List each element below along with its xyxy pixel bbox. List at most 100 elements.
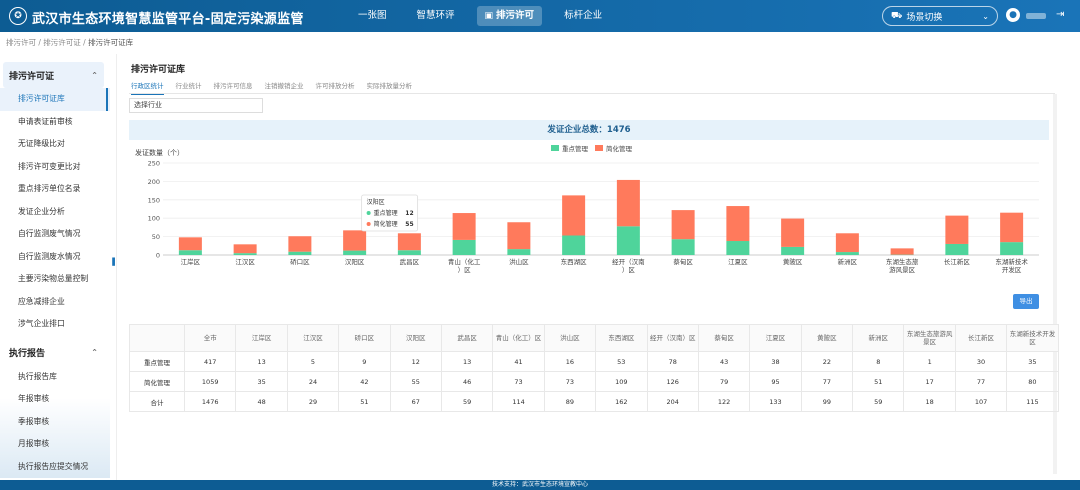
bar-key-management[interactable]: [507, 249, 531, 255]
bar-simplified-management[interactable]: [890, 248, 914, 255]
bar-simplified-management[interactable]: [835, 233, 859, 253]
total-banner: 发证企业总数：1476: [129, 120, 1049, 140]
x-tick-label-line: 游风景区: [889, 265, 916, 274]
bar-simplified-management[interactable]: [781, 218, 805, 247]
main-panel: 排污许可证库 行政区统计 行业统计 排污许可信息 注销撤销企业 许可排放分析 实际排放量分…: [116, 54, 1064, 490]
scene-switch-icon: ⛟: [891, 10, 903, 21]
x-tick-label-line: 汉阳区: [345, 257, 365, 266]
nav-item-map[interactable]: 一张图: [350, 6, 395, 26]
y-tick-label: 50: [152, 233, 160, 241]
bar-simplified-management[interactable]: [726, 206, 750, 242]
breadcrumb-item[interactable]: 排污许可: [6, 38, 36, 47]
sidebar-group[interactable]: 排污许可证 ⌃: [3, 62, 104, 88]
table-header: 黄陂区: [800, 324, 854, 352]
table-cell: 16: [543, 351, 597, 372]
table-cell: 43: [697, 351, 751, 372]
sidebar-item[interactable]: 执行报告应提交情况: [0, 456, 110, 479]
bar-simplified-management[interactable]: [616, 179, 640, 227]
table-cell: 41: [492, 351, 545, 372]
sidebar-item[interactable]: 无证降级比对: [0, 133, 110, 156]
chevron-up-icon: ⌃: [91, 70, 98, 80]
x-tick-label: 江汉区: [235, 258, 255, 266]
bar-key-management[interactable]: [781, 246, 805, 255]
table-header: 东湖新技术开发区: [1006, 324, 1059, 352]
sidebar-item[interactable]: 季报审核: [0, 411, 110, 434]
bar-simplified-management[interactable]: [452, 213, 476, 240]
bar-key-management[interactable]: [616, 226, 640, 255]
table-cell: 77: [954, 371, 1008, 392]
export-button[interactable]: 导出: [1013, 294, 1039, 309]
x-tick-label-line: 江岸区: [181, 258, 201, 266]
bar-simplified-management[interactable]: [343, 230, 367, 251]
bar-simplified-management[interactable]: [507, 222, 531, 250]
sidebar-group[interactable]: 执行报告 ⌃: [3, 340, 104, 366]
nav-label: 一张图: [358, 10, 387, 21]
table-cell: 13: [235, 351, 288, 372]
x-tick-label-line: 青山（化工: [448, 257, 481, 266]
sidebar-group-label: 执行报告: [9, 349, 46, 359]
sidebar-item[interactable]: 年报审核: [0, 388, 110, 411]
license-icon: ▣: [484, 11, 494, 21]
sidebar-item[interactable]: 排污许可变更比对: [0, 156, 110, 179]
sidebar-item[interactable]: 月报审核: [0, 433, 110, 456]
table-cell: 73: [492, 371, 545, 392]
vertical-scrollbar[interactable]: [1053, 94, 1057, 474]
table-header: 蔡甸区: [697, 324, 751, 352]
bar-key-management[interactable]: [288, 251, 312, 255]
x-tick-label: 硚口区: [290, 258, 310, 266]
table-header: 洪山区: [543, 324, 597, 352]
sidebar-item[interactable]: 自行监测废气情况: [0, 223, 110, 246]
bar-key-management[interactable]: [1000, 242, 1024, 255]
scene-switch-dropdown[interactable]: ⛟ 场景切换 ⌄: [882, 6, 998, 26]
table-cell: 12: [389, 351, 442, 372]
logout-icon[interactable]: ⇥: [1056, 9, 1064, 20]
bar-key-management[interactable]: [835, 252, 859, 255]
bar-simplified-management[interactable]: [233, 244, 257, 254]
tooltip-series-value: 55: [405, 221, 413, 228]
sidebar-item[interactable]: 涉气企业排口: [0, 313, 110, 336]
sidebar-item[interactable]: 应急减排企业: [0, 291, 110, 314]
bar-key-management[interactable]: [562, 235, 586, 255]
nav-item-permit[interactable]: ▣ 排污许可: [476, 6, 543, 26]
x-tick-label-line: 东西湖区: [561, 257, 588, 266]
table-cell: 简化管理: [129, 371, 185, 392]
bar-key-management[interactable]: [343, 250, 367, 255]
sidebar-item[interactable]: 申请表证前审核: [0, 111, 110, 134]
x-tick-label: 武昌区: [400, 257, 420, 266]
sidebar-item[interactable]: 主要污染物总量控制: [0, 268, 110, 291]
table-cell: 114: [492, 391, 545, 412]
bar-key-management[interactable]: [178, 250, 202, 255]
top-bar: ✪ 武汉市生态环境智慧监管平台-固定污染源监管 一张图 智慧环评 ▣ 排污许可 标…: [0, 0, 1080, 32]
bar-key-management[interactable]: [233, 253, 257, 255]
bar-simplified-management[interactable]: [945, 215, 969, 244]
sidebar-item[interactable]: 重点排污单位名录: [0, 178, 110, 201]
bar-key-management[interactable]: [726, 241, 750, 255]
bar-key-management[interactable]: [945, 243, 969, 255]
bar-simplified-management[interactable]: [288, 236, 312, 252]
user-avatar-icon[interactable]: ●: [1006, 8, 1020, 22]
sidebar-item[interactable]: 自行监测废水情况: [0, 246, 110, 269]
summary-table: 全市 江岸区 江汉区 硚口区 汉阳区 武昌区 青山（化工）区 洪山区 东西湖区 经开（汉南）区 蔡甸…: [129, 324, 1059, 412]
sidebar-item[interactable]: 排污许可证库: [0, 88, 110, 111]
bar-key-management[interactable]: [671, 239, 695, 255]
sidebar-item[interactable]: 执行报告库: [0, 366, 110, 389]
bar-simplified-management[interactable]: [562, 195, 586, 236]
breadcrumb-item[interactable]: 排污许可证: [43, 38, 81, 47]
sidebar-item[interactable]: 发证企业分析: [0, 201, 110, 224]
x-tick-label: 黄陂区: [783, 257, 803, 266]
bar-simplified-management[interactable]: [1000, 212, 1024, 243]
nav-item-benchmark[interactable]: 标杆企业: [556, 6, 610, 26]
nav-label: 智慧环评: [416, 10, 455, 21]
bar-simplified-management[interactable]: [397, 233, 421, 251]
bar-simplified-management[interactable]: [178, 237, 202, 251]
table-cell: 1476: [183, 391, 237, 412]
industry-select[interactable]: 选择行业: [129, 98, 263, 113]
bar-simplified-management[interactable]: [671, 210, 695, 240]
table-cell: 80: [1006, 371, 1059, 392]
bar-key-management[interactable]: [452, 239, 476, 255]
table-header: 经开（汉南）区: [646, 324, 699, 352]
nav-item-eia[interactable]: 智慧环评: [409, 6, 463, 26]
table-header: 武昌区: [440, 324, 494, 352]
bar-key-management[interactable]: [397, 250, 421, 255]
x-tick-label: 江夏区: [728, 258, 748, 266]
